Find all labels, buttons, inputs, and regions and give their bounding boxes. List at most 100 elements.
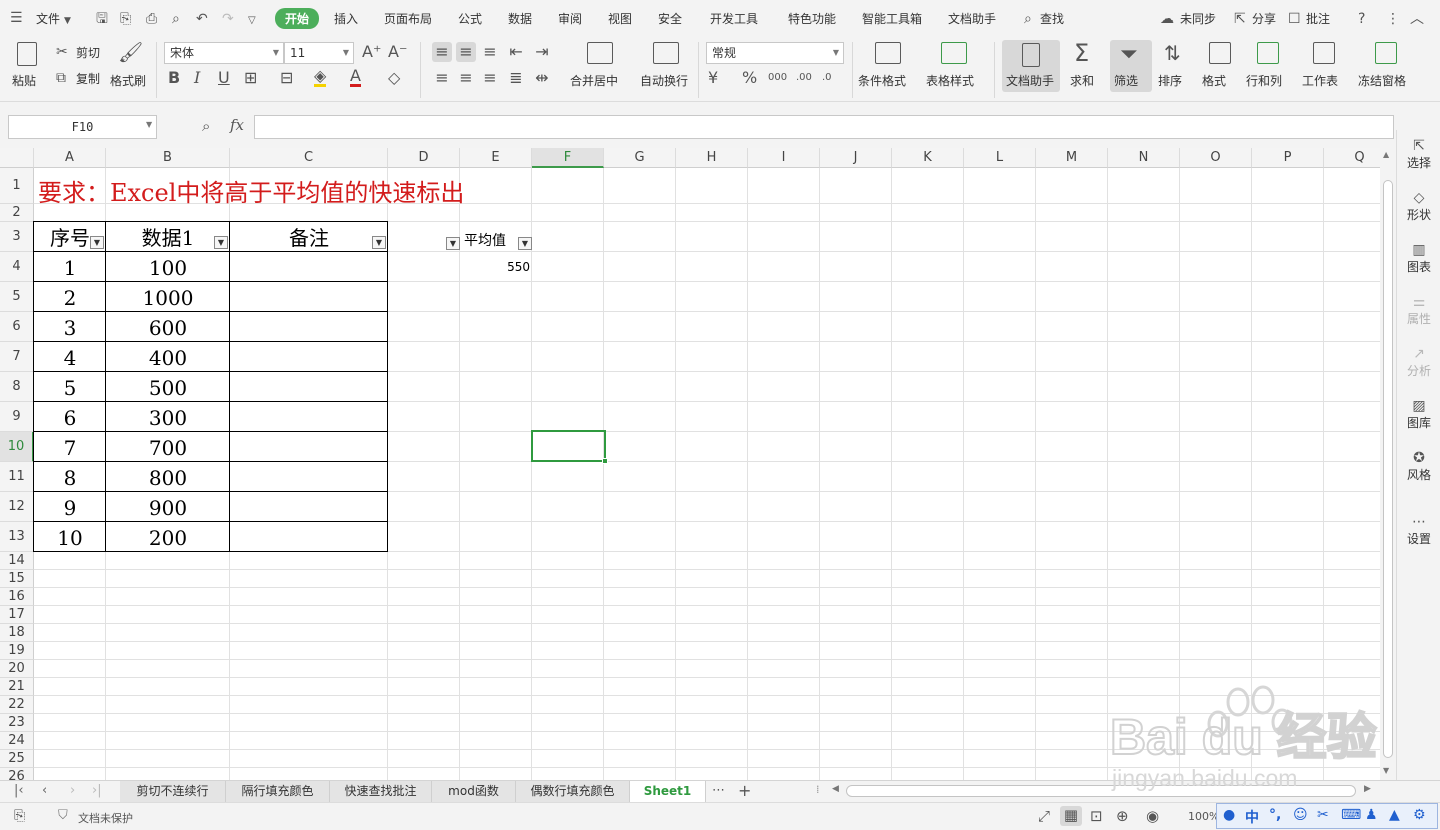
comment-button[interactable]: 批注 <box>1306 10 1330 27</box>
normal-view-icon[interactable]: ▦ <box>1060 806 1082 826</box>
font-size-select[interactable]: 11 ▼ <box>284 42 354 64</box>
align-right-icon[interactable]: ≡ <box>480 68 500 88</box>
column-header-g[interactable]: G <box>604 148 676 168</box>
zoom-level[interactable]: 100% <box>1188 810 1219 823</box>
table-cell[interactable] <box>229 281 388 312</box>
row-header-16[interactable]: 16 <box>0 588 34 606</box>
clear-icon[interactable]: ◇ <box>388 68 400 88</box>
comment-icon[interactable]: ☐ <box>1288 10 1301 28</box>
scroll-left-icon[interactable]: ◀ <box>832 784 839 794</box>
panel-shapes[interactable]: ◇ 形状 <box>1397 190 1440 223</box>
freeze-button[interactable] <box>1372 42 1400 68</box>
ime-settings-icon[interactable]: ⚙ <box>1413 807 1426 823</box>
hamburger-icon[interactable]: ☰ <box>10 9 23 27</box>
add-sheet-icon[interactable]: + <box>738 781 751 800</box>
select-all-corner[interactable] <box>0 148 34 168</box>
sum-button[interactable]: 求和 <box>1070 72 1094 89</box>
column-header-f[interactable]: F <box>532 148 604 168</box>
row-header-6[interactable]: 6 <box>0 312 34 342</box>
last-sheet-icon[interactable]: ›| <box>92 783 102 798</box>
help-icon[interactable]: ? <box>1358 10 1365 28</box>
ime-skin-icon[interactable]: ▲ <box>1389 807 1400 823</box>
tab-review[interactable]: 审阅 <box>558 10 582 27</box>
underline-icon[interactable]: U <box>218 68 230 88</box>
sheet-title[interactable]: 要求：Excel中将高于平均值的快速标出 <box>38 173 464 208</box>
page-layout-icon[interactable]: ⊕ <box>1116 807 1129 825</box>
column-header-b[interactable]: B <box>106 148 230 168</box>
conditional-format-button[interactable] <box>868 42 908 68</box>
font-color-icon[interactable]: A <box>350 68 361 87</box>
collapse-ribbon-icon[interactable]: ︿ <box>1410 10 1424 28</box>
column-header-o[interactable]: O <box>1180 148 1252 168</box>
table-style-button[interactable] <box>934 42 974 68</box>
redo-icon[interactable]: ↷ <box>222 10 234 28</box>
increase-font-icon[interactable]: A⁺ <box>362 42 381 62</box>
tab-smart-toolbox[interactable]: 智能工具箱 <box>862 10 922 27</box>
percent-icon[interactable]: % <box>742 68 757 88</box>
undo-icon[interactable]: ↶ <box>196 10 208 28</box>
row-header-24[interactable]: 24 <box>0 732 34 750</box>
align-center-icon[interactable]: ≡ <box>456 68 476 88</box>
menu-file[interactable]: 文件 <box>36 10 60 27</box>
filter-dropdown-icon[interactable]: ▼ <box>372 236 386 249</box>
copy-button[interactable]: 复制 <box>76 70 100 87</box>
sync-status[interactable]: 未同步 <box>1180 10 1216 27</box>
format-painter-button[interactable]: 格式刷 <box>110 72 146 89</box>
row-header-23[interactable]: 23 <box>0 714 34 732</box>
column-header-l[interactable]: L <box>964 148 1036 168</box>
column-header-n[interactable]: N <box>1108 148 1180 168</box>
row-header-5[interactable]: 5 <box>0 282 34 312</box>
bold-icon[interactable]: B <box>168 68 180 88</box>
filter-dropdown-icon[interactable]: ▼ <box>90 236 104 249</box>
tab-formulas[interactable]: 公式 <box>458 10 482 27</box>
cloud-icon[interactable]: ☁ <box>1160 10 1174 28</box>
customize-icon[interactable]: ▽ <box>248 12 256 30</box>
horizontal-scroll-thumb[interactable] <box>846 785 1356 797</box>
column-header-j[interactable]: J <box>820 148 892 168</box>
italic-icon[interactable]: I <box>194 68 200 88</box>
tab-insert[interactable]: 插入 <box>334 10 358 27</box>
decrease-decimal-icon[interactable]: .0 <box>822 68 832 88</box>
row-header-19[interactable]: 19 <box>0 642 34 660</box>
sheet-tab-find-comments[interactable]: 快速查找批注 <box>330 781 432 802</box>
ime-emoji-icon[interactable]: ☺ <box>1293 807 1308 823</box>
row-header-14[interactable]: 14 <box>0 552 34 570</box>
table-cell[interactable] <box>229 401 388 432</box>
table-cell[interactable] <box>229 461 388 492</box>
cut-button[interactable]: 剪切 <box>76 44 100 61</box>
row-header-21[interactable]: 21 <box>0 678 34 696</box>
panel-properties[interactable]: ⚌ 属性 <box>1397 294 1440 327</box>
column-header-q[interactable]: Q <box>1324 148 1380 168</box>
macro-icon[interactable]: ⎘ <box>14 808 25 824</box>
increase-decimal-icon[interactable]: .00 <box>796 68 812 88</box>
more-sheets-icon[interactable]: ⋯ <box>712 783 725 798</box>
indent-increase-icon[interactable]: ⇥ <box>532 42 552 62</box>
format-painter-icon[interactable]: 🖌 <box>118 42 143 62</box>
ime-chinese-icon[interactable]: 中 <box>1245 807 1259 827</box>
row-header-2[interactable]: 2 <box>0 204 34 222</box>
distributed-icon[interactable]: ⇹ <box>532 68 552 88</box>
sheet-tab-cut-rows[interactable]: 剪切不连续行 <box>120 781 226 802</box>
tab-home[interactable]: 开始 <box>275 8 320 29</box>
page-break-icon[interactable]: ⊡ <box>1090 807 1103 825</box>
filter-dropdown-icon[interactable]: ▼ <box>214 236 228 249</box>
vertical-scrollbar[interactable]: ▲ ▼ <box>1380 148 1396 780</box>
ime-user-icon[interactable]: ♟ <box>1365 807 1378 823</box>
justify-icon[interactable]: ≣ <box>506 68 526 88</box>
more-icon[interactable]: ⋮ <box>1386 10 1400 28</box>
row-header-3[interactable]: 3 <box>0 222 34 252</box>
table-cell[interactable] <box>229 341 388 372</box>
panel-chart[interactable]: ▥ 图表 <box>1397 242 1440 275</box>
row-header-18[interactable]: 18 <box>0 624 34 642</box>
ime-logo-icon[interactable]: ● <box>1223 807 1235 823</box>
spreadsheet-grid[interactable]: ABCDEFGHIJKLMNOPQ 1 2 3 4 5 6 7 8 9 10 11 12 13 14 15 1… <box>0 148 1380 780</box>
wrap-text-button[interactable] <box>646 42 686 68</box>
search-icon[interactable]: ⌕ <box>1024 10 1032 28</box>
panel-select[interactable]: ⇱ 选择 <box>1397 138 1440 171</box>
column-header-m[interactable]: M <box>1036 148 1108 168</box>
rows-cols-button[interactable] <box>1254 42 1282 68</box>
filter-dropdown-icon[interactable]: ▼ <box>446 237 460 250</box>
eye-protect-icon[interactable]: ◉ <box>1146 807 1159 825</box>
format-button[interactable] <box>1206 42 1234 68</box>
panel-settings[interactable]: ⋯ 设置 <box>1397 514 1440 547</box>
